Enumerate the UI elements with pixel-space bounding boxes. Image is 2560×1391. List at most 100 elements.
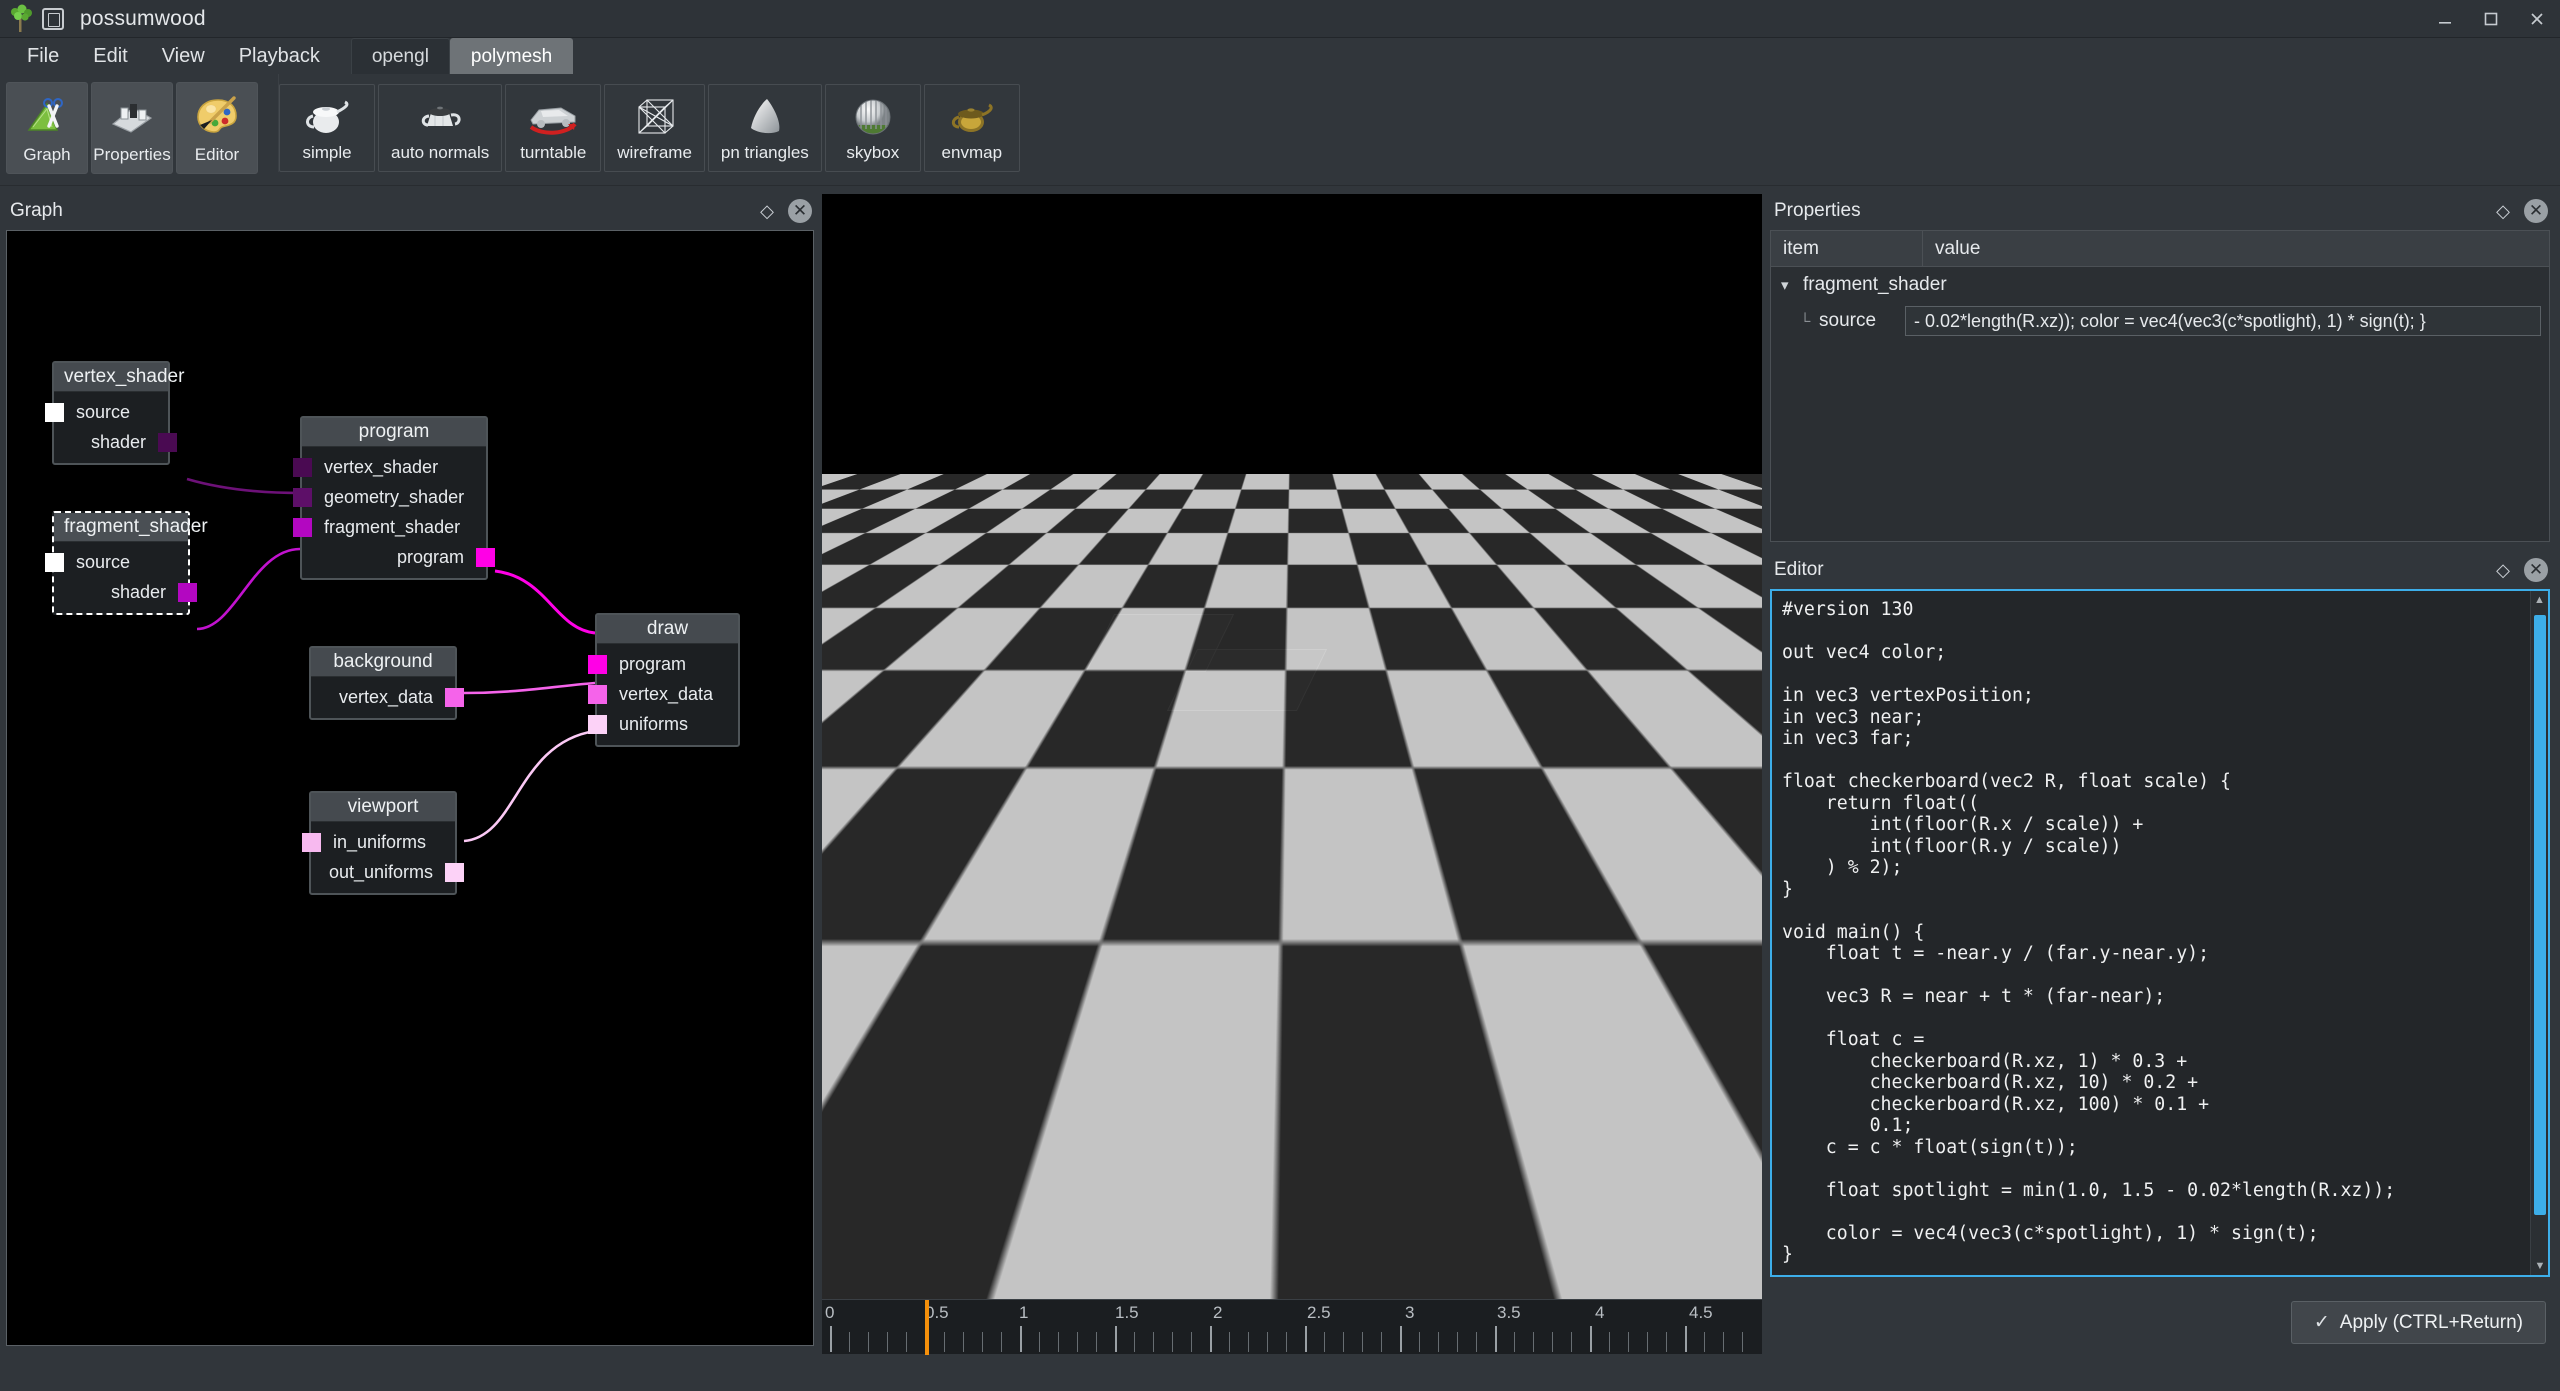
menu-playback[interactable]: Playback [222,41,337,72]
menu-bar: File Edit View Playback [0,38,337,74]
timeline-tick-label: 3.5 [1497,1303,1521,1322]
port-socket[interactable] [45,402,64,422]
graph-tool-button[interactable]: Graph [6,82,88,174]
close-icon[interactable]: ✕ [2524,558,2548,582]
close-icon[interactable]: ✕ [2524,199,2548,223]
port-row[interactable]: source [45,547,188,577]
port-socket[interactable] [302,832,321,852]
timeline-tick-label: 2.5 [1307,1303,1331,1322]
port-socket[interactable] [588,654,607,674]
editor-panel-title: Editor [1774,559,1824,580]
port-row[interactable]: vertex_data [588,679,738,709]
float-diamond-icon[interactable]: ◇ [760,201,774,222]
scene-simple-button[interactable]: simple [279,84,375,172]
minimize-button[interactable] [2422,0,2468,38]
chevron-up-icon[interactable]: ▲ [2531,591,2548,609]
node-title: background [311,648,455,677]
port-row[interactable]: program [302,542,495,572]
column-header-item[interactable]: item [1771,231,1923,266]
maximize-button[interactable] [2468,0,2514,38]
apply-button[interactable]: ✓ Apply (CTRL+Return) [2290,1301,2546,1344]
table-row[interactable]: └ source - 0.02*length(R.xz)); color = v… [1771,303,2549,339]
menu-edit[interactable]: Edit [76,41,144,72]
port-socket[interactable] [476,547,495,567]
chevron-down-icon[interactable]: ▾ [1781,276,1803,294]
tab-polymesh[interactable]: polymesh [449,38,574,74]
port-label: in_uniforms [333,831,427,852]
window-controls [2422,0,2560,38]
port-label: shader [110,581,166,602]
menu-view[interactable]: View [145,41,222,72]
properties-panel-header: Properties ◇ ✕ [1764,194,2556,228]
port-socket[interactable] [445,687,464,707]
table-row[interactable]: ▾ fragment_shader [1771,267,2549,303]
port-label: source [76,401,131,422]
properties-tool-button[interactable]: Properties [91,82,173,174]
port-row[interactable]: vertex_shader [293,452,486,482]
port-row[interactable]: vertex_data [311,682,464,712]
property-name: source [1819,310,1877,331]
timeline-playhead[interactable] [925,1300,929,1355]
port-row[interactable]: in_uniforms [302,827,455,857]
node-title: viewport [311,793,455,822]
scene-turntable-button[interactable]: turntable [505,84,602,172]
editor-tool-button[interactable]: Editor [176,82,258,174]
port-socket[interactable] [588,684,607,704]
column-header-value[interactable]: value [1923,231,2549,266]
port-row[interactable]: uniforms [588,709,738,739]
port-label: shader [90,431,146,452]
port-row[interactable]: program [588,649,738,679]
port-socket[interactable] [588,714,607,734]
port-socket[interactable] [45,552,64,572]
code-editor[interactable]: #version 130 out vec4 color; in vec3 ver… [1770,589,2550,1277]
port-socket[interactable] [293,457,312,477]
check-icon: ✓ [2313,1312,2330,1333]
port-socket[interactable] [158,432,177,452]
node-viewport[interactable]: viewport in_uniforms out_uniforms [302,791,464,895]
scene-skybox-button[interactable]: skybox [824,84,921,172]
port-label: source [76,551,131,572]
gl-viewport[interactable] [822,194,1762,1299]
properties-table[interactable]: item value ▾ fragment_shader └ source - … [1770,230,2550,542]
node-program[interactable]: program vertex_shader geometry_shader fr… [293,416,495,580]
port-row[interactable]: fragment_shader [293,512,486,542]
port-label: vertex_shader [324,456,439,477]
port-socket[interactable] [178,582,197,602]
code-text[interactable]: #version 130 out vec4 color; in vec3 ver… [1772,591,2530,1275]
port-socket[interactable] [445,862,464,882]
port-socket[interactable] [293,517,312,537]
timeline-ruler[interactable]: 0 0.5 1 1.5 2 2.5 3 3.5 4 4.5 [822,1299,1762,1355]
car-turntable-icon [523,93,583,141]
scene-wireframe-button[interactable]: wireframe [604,84,705,172]
port-row[interactable]: source [45,397,168,427]
port-row[interactable]: shader [54,577,197,607]
timeline-tick-label: 1 [1019,1303,1029,1322]
scene-envmap-button[interactable]: envmap [923,84,1020,172]
node-vertex-shader[interactable]: vertex_shader source shader [45,361,184,465]
scene-wireframe-label: wireframe [617,143,692,162]
port-socket[interactable] [293,487,312,507]
properties-panel-title: Properties [1774,200,1861,221]
float-diamond-icon[interactable]: ◇ [2496,560,2510,581]
scrollbar-thumb[interactable] [2534,615,2546,1215]
menu-file[interactable]: File [10,41,76,72]
chevron-down-icon[interactable]: ▼ [2531,1257,2548,1275]
scene-simple-label: simple [302,143,352,162]
node-fragment-shader[interactable]: fragment_shader source shader [45,511,208,615]
editor-vertical-scrollbar[interactable]: ▲ ▼ [2530,591,2548,1275]
port-row[interactable]: geometry_shader [293,482,486,512]
scene-pn-triangles-button[interactable]: pn triangles [707,84,822,172]
node-draw[interactable]: draw program vertex_data uniforms [588,613,740,747]
scene-auto-normals-button[interactable]: auto normals [378,84,503,172]
port-row[interactable]: shader [54,427,177,457]
float-diamond-icon[interactable]: ◇ [2496,201,2510,222]
tab-opengl[interactable]: opengl [350,38,450,74]
node-title: draw [597,615,738,644]
close-button[interactable] [2514,0,2560,38]
node-background[interactable]: background vertex_data [309,646,464,720]
port-row[interactable]: out_uniforms [311,857,464,887]
property-value-field[interactable]: - 0.02*length(R.xz)); color = vec4(vec3(… [1905,306,2541,336]
close-icon[interactable]: ✕ [788,199,812,223]
port-label: vertex_data [619,683,714,704]
graph-canvas[interactable]: vertex_shader source shader fragment_sha… [6,230,814,1346]
